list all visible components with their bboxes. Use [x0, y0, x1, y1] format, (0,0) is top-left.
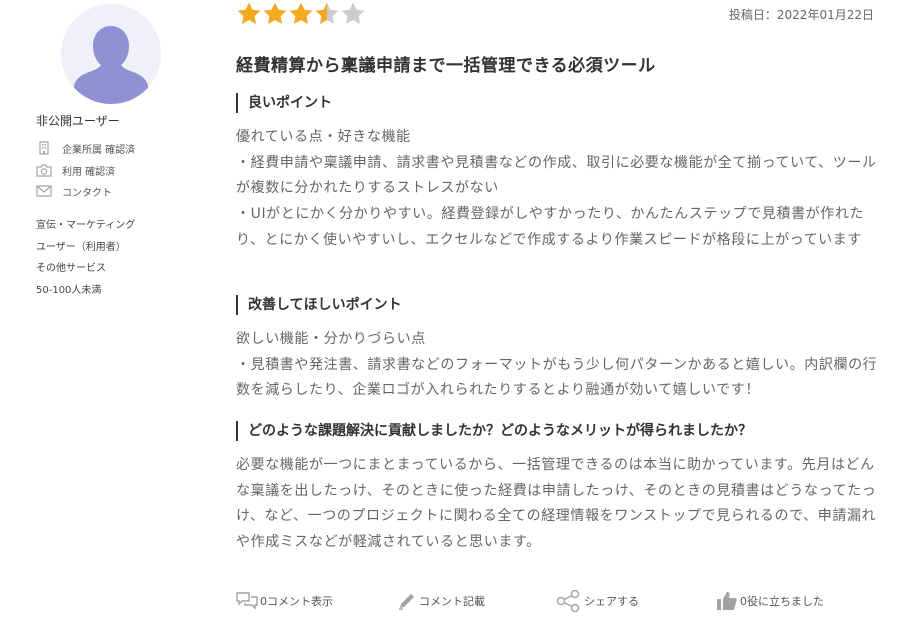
- attribute-department: 宣伝・マーケティング: [36, 220, 136, 231]
- reviewer-name: 非公開ユーザー: [36, 114, 120, 128]
- verification-usage: 利用 確認済: [36, 162, 115, 178]
- verification-label: コンタクト: [62, 187, 112, 199]
- share-button[interactable]: シェアする: [556, 590, 639, 612]
- star-empty-icon: [340, 1, 366, 27]
- section-body-benefits: 必要な機能が一つにまとまっているから、一括管理できるのは本当に助かっています。先…: [236, 457, 877, 551]
- building-icon: [36, 141, 52, 155]
- star-full-icon: [236, 1, 262, 27]
- post-date: 投稿日：2022年01月22日: [728, 8, 874, 22]
- show-comments-button[interactable]: 0コメント表示: [236, 590, 333, 612]
- share-icon: [556, 590, 582, 612]
- thumbs-up-icon: [716, 590, 738, 612]
- star-full-icon: [288, 1, 314, 27]
- section-heading-benefits: どのような課題解決に貢献しましたか？どのようなメリットが得られましたか？: [236, 421, 752, 441]
- verification-company: 企業所属 確認済: [36, 140, 135, 156]
- show-comments-label: 0コメント表示: [260, 595, 333, 608]
- helpful-label: 0役に立ちました: [740, 595, 824, 608]
- write-comment-button[interactable]: コメント記載: [397, 590, 485, 612]
- avatar: [61, 4, 161, 104]
- camera-icon: [36, 163, 52, 177]
- section-body-improvements: 欲しい機能・分かりづらい点 ・見積書や発注書、請求書などのフォーマットがもう少し…: [236, 331, 878, 399]
- verification-label: 利用 確認済: [62, 166, 116, 178]
- share-label: シェアする: [584, 595, 639, 608]
- section-heading-good-points: 良いポイント: [236, 93, 332, 113]
- attribute-role: ユーザー（利用者）: [36, 242, 126, 253]
- envelope-icon: [36, 184, 52, 198]
- user-silhouette-icon: [61, 4, 161, 104]
- star-rating: [236, 1, 366, 27]
- verification-contact: コンタクト: [36, 183, 112, 199]
- pencil-icon: [397, 591, 417, 611]
- write-comment-label: コメント記載: [419, 595, 485, 608]
- attribute-company-size: 50-100人未満: [36, 285, 102, 296]
- helpful-button[interactable]: 0役に立ちました: [716, 590, 824, 612]
- attribute-industry: その他サービス: [36, 263, 106, 274]
- verification-label: 企業所属 確認済: [62, 144, 136, 156]
- star-half-icon: [314, 1, 340, 27]
- section-body-good-points: 優れている点・好きな機能 ・経費申請や稟議申請、請求書や見積書などの作成、取引に…: [236, 129, 877, 248]
- review-title: 経費精算から稟議申請まで一括管理できる必須ツール: [236, 56, 656, 76]
- section-heading-improvements: 改善してほしいポイント: [236, 295, 402, 315]
- star-full-icon: [262, 1, 288, 27]
- comment-icon: [236, 591, 258, 611]
